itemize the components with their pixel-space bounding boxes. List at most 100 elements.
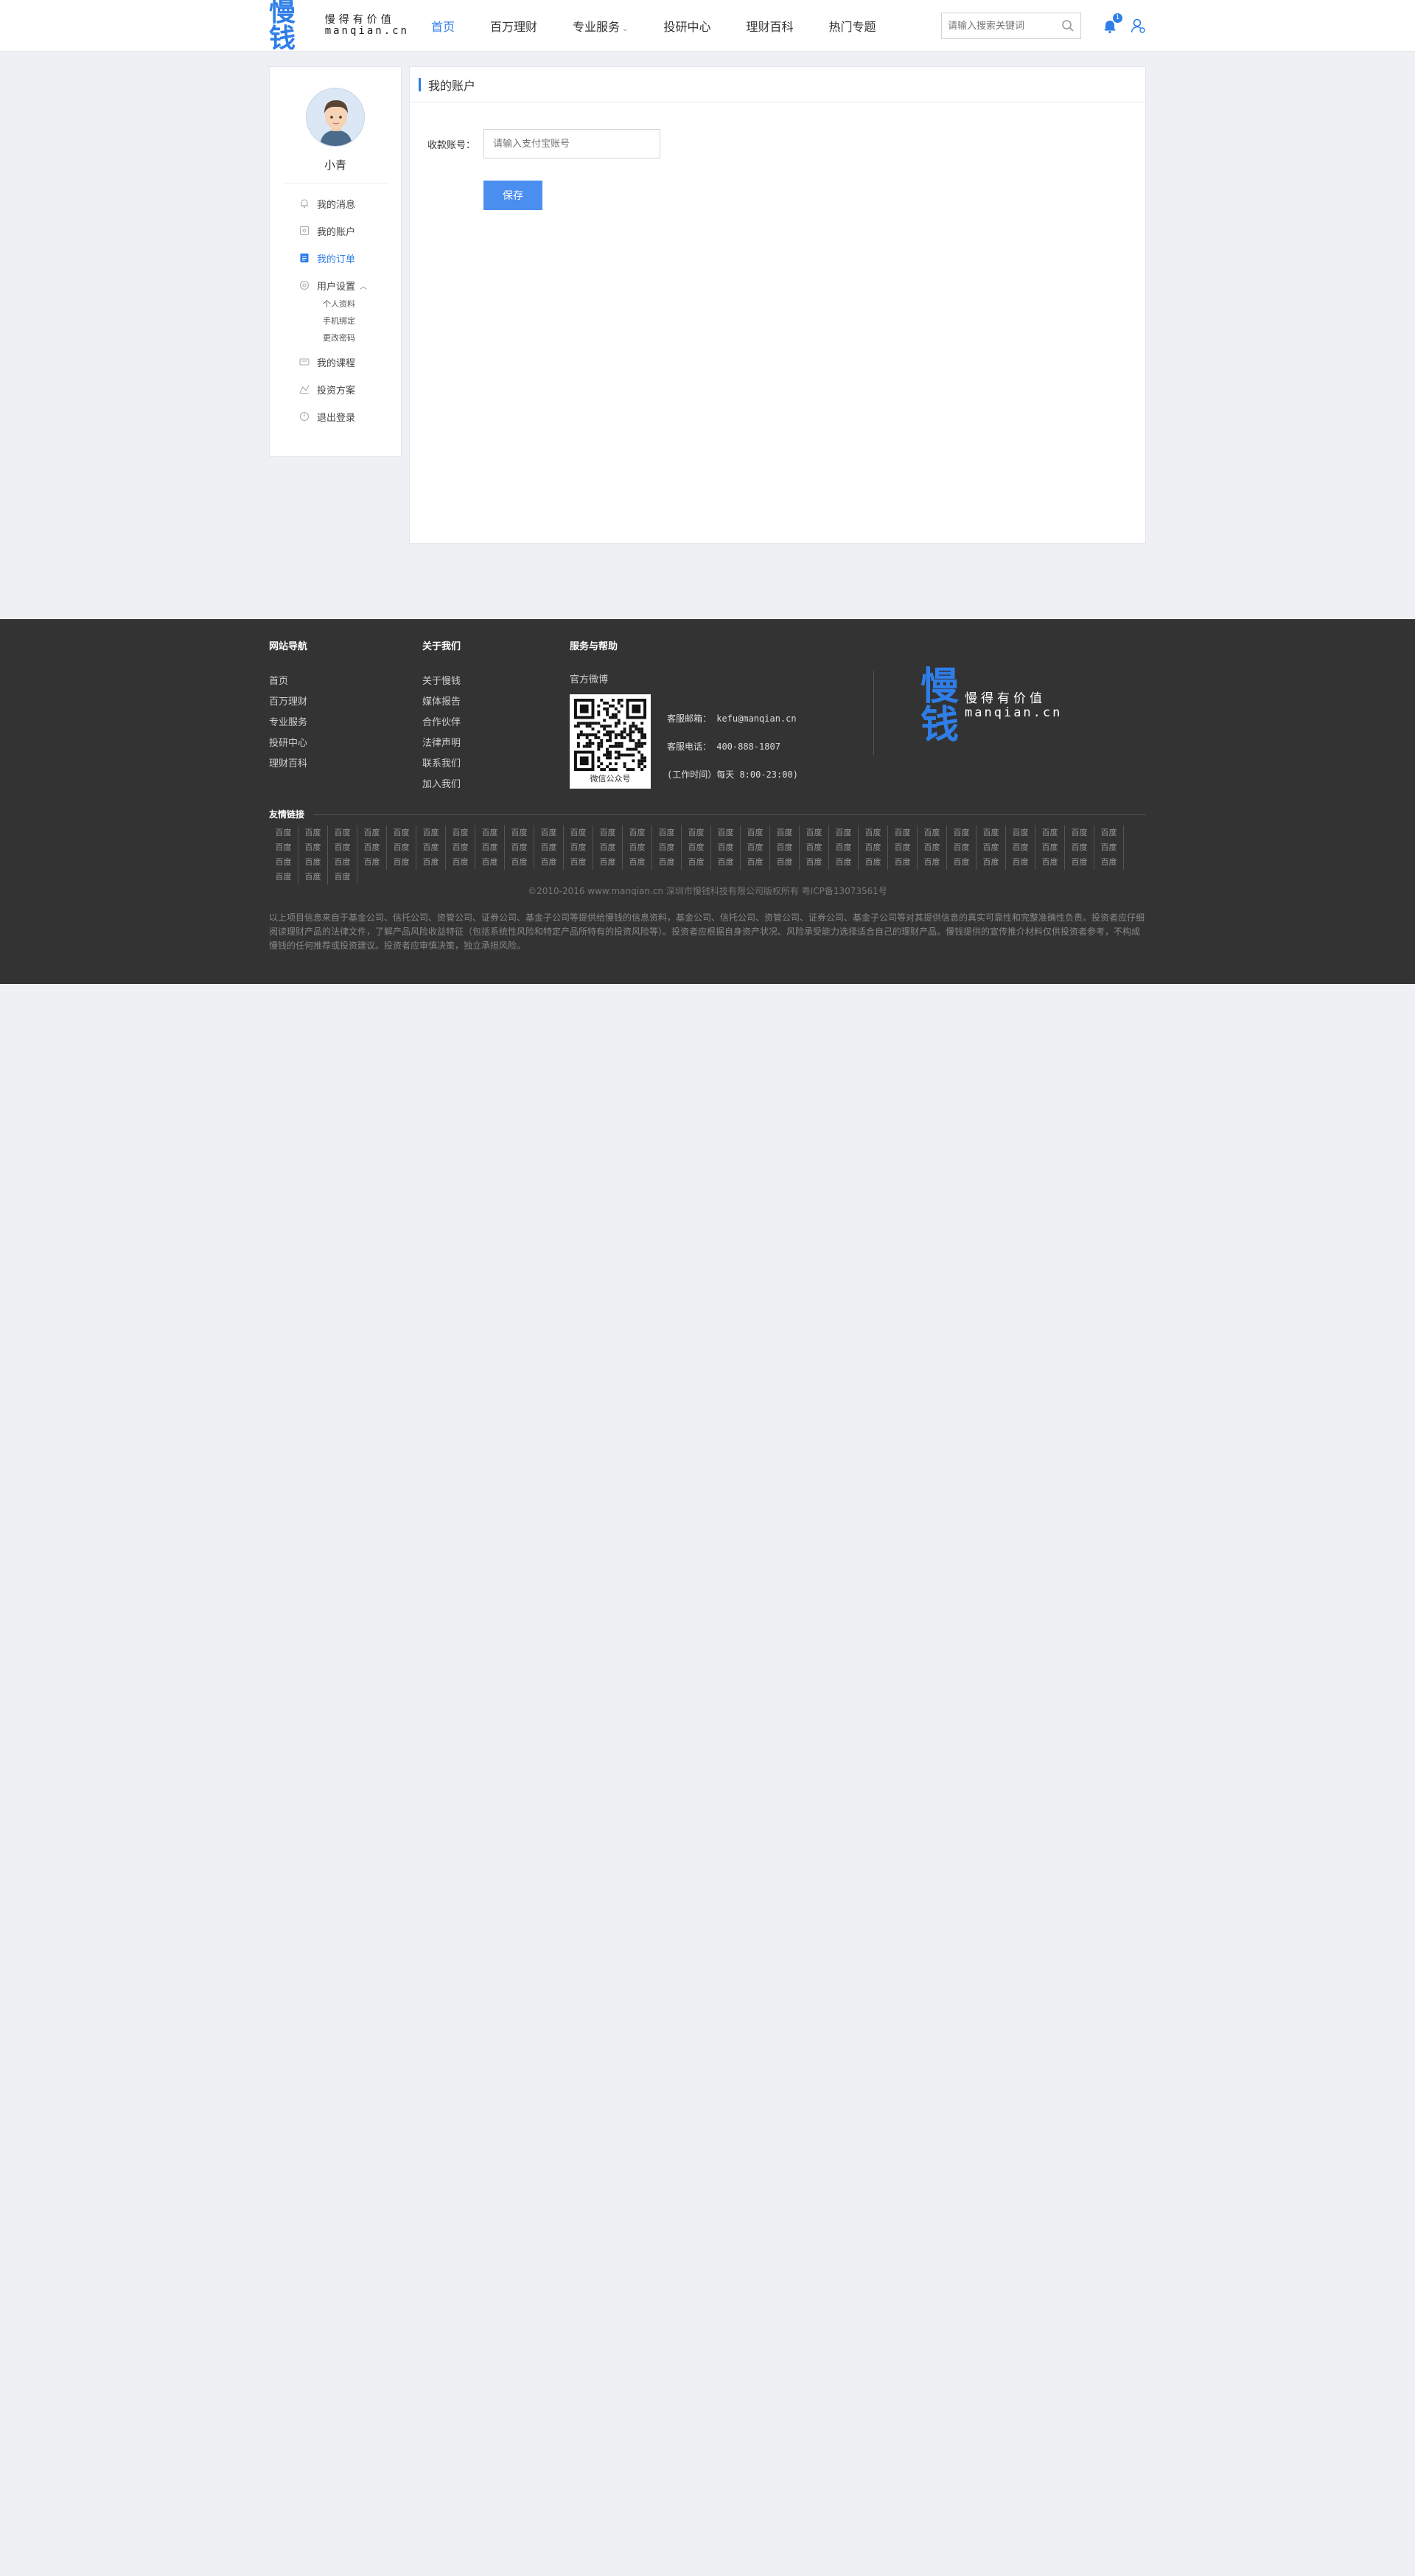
sidebar-item-investment-plan[interactable]: 投资方案 bbox=[298, 381, 401, 397]
friend-link[interactable]: 百度 bbox=[800, 840, 829, 855]
friend-link[interactable]: 百度 bbox=[711, 855, 741, 870]
search-icon[interactable] bbox=[1061, 19, 1075, 32]
friend-link[interactable]: 百度 bbox=[446, 855, 475, 870]
nav-hot-topics[interactable]: 热门专题 bbox=[828, 17, 876, 35]
friend-link[interactable]: 百度 bbox=[800, 825, 829, 840]
friend-link[interactable]: 百度 bbox=[475, 840, 505, 855]
sidebar-item-settings[interactable]: 用户设置 ︿ bbox=[298, 277, 401, 293]
friend-link[interactable]: 百度 bbox=[770, 825, 800, 840]
friend-link[interactable]: 百度 bbox=[1065, 825, 1094, 840]
friend-link[interactable]: 百度 bbox=[1035, 840, 1065, 855]
sidebar-item-logout[interactable]: 退出登录 bbox=[298, 408, 401, 425]
friend-link[interactable]: 百度 bbox=[682, 840, 711, 855]
friend-link[interactable]: 百度 bbox=[505, 855, 534, 870]
friend-link[interactable]: 百度 bbox=[888, 840, 918, 855]
friend-link[interactable]: 百度 bbox=[505, 840, 534, 855]
friend-link[interactable]: 百度 bbox=[505, 825, 534, 840]
sidebar-item-courses[interactable]: 我的课程 bbox=[298, 354, 401, 370]
friend-link[interactable]: 百度 bbox=[298, 870, 328, 884]
friend-link[interactable]: 百度 bbox=[328, 825, 357, 840]
footer-link[interactable]: 合作伙伴 bbox=[422, 713, 461, 733]
friend-link[interactable]: 百度 bbox=[593, 855, 623, 870]
friend-link[interactable]: 百度 bbox=[564, 840, 593, 855]
friend-link[interactable]: 百度 bbox=[357, 825, 387, 840]
footer-link[interactable]: 联系我们 bbox=[422, 754, 461, 775]
sidebar-item-orders[interactable]: 我的订单 bbox=[298, 250, 401, 266]
friend-link[interactable]: 百度 bbox=[269, 870, 298, 884]
submenu-change-password[interactable]: 更改密码 bbox=[323, 329, 401, 346]
friend-link[interactable]: 百度 bbox=[1094, 855, 1124, 870]
friend-link[interactable]: 百度 bbox=[387, 855, 416, 870]
footer-link[interactable]: 法律声明 bbox=[422, 733, 461, 754]
friend-link[interactable]: 百度 bbox=[534, 840, 564, 855]
friend-link[interactable]: 百度 bbox=[475, 825, 505, 840]
friend-link[interactable]: 百度 bbox=[652, 840, 682, 855]
friend-link[interactable]: 百度 bbox=[859, 855, 888, 870]
friend-link[interactable]: 百度 bbox=[976, 840, 1006, 855]
alipay-account-input[interactable] bbox=[483, 129, 660, 158]
friend-link[interactable]: 百度 bbox=[1094, 825, 1124, 840]
friend-link[interactable]: 百度 bbox=[829, 825, 859, 840]
friend-link[interactable]: 百度 bbox=[446, 825, 475, 840]
friend-link[interactable]: 百度 bbox=[623, 855, 652, 870]
friend-link[interactable]: 百度 bbox=[623, 840, 652, 855]
friend-link[interactable]: 百度 bbox=[976, 855, 1006, 870]
site-logo[interactable]: 慢钱 慢得有价值 manqian.cn bbox=[269, 0, 409, 52]
nav-finance-wiki[interactable]: 理财百科 bbox=[746, 17, 793, 35]
friend-link[interactable]: 百度 bbox=[947, 840, 976, 855]
friend-link[interactable]: 百度 bbox=[298, 855, 328, 870]
friend-link[interactable]: 百度 bbox=[1065, 840, 1094, 855]
friend-link[interactable]: 百度 bbox=[623, 825, 652, 840]
footer-link[interactable]: 理财百科 bbox=[269, 754, 307, 775]
sidebar-item-account[interactable]: 我的账户 bbox=[298, 223, 401, 239]
submenu-profile[interactable]: 个人资料 bbox=[323, 296, 401, 313]
friend-link[interactable]: 百度 bbox=[682, 855, 711, 870]
nav-research-center[interactable]: 投研中心 bbox=[663, 17, 710, 35]
user-profile-icon[interactable] bbox=[1130, 18, 1146, 34]
friend-link[interactable]: 百度 bbox=[888, 825, 918, 840]
friend-link[interactable]: 百度 bbox=[269, 825, 298, 840]
friend-link[interactable]: 百度 bbox=[918, 855, 947, 870]
friend-link[interactable]: 百度 bbox=[416, 840, 446, 855]
friend-link[interactable]: 百度 bbox=[387, 840, 416, 855]
footer-link[interactable]: 媒体报告 bbox=[422, 692, 461, 713]
friend-link[interactable]: 百度 bbox=[888, 855, 918, 870]
friend-link[interactable]: 百度 bbox=[711, 825, 741, 840]
friend-link[interactable]: 百度 bbox=[947, 825, 976, 840]
friend-link[interactable]: 百度 bbox=[1035, 855, 1065, 870]
friend-link[interactable]: 百度 bbox=[741, 840, 770, 855]
sidebar-item-messages[interactable]: 我的消息 bbox=[298, 195, 401, 212]
weibo-link[interactable]: 官方微博 bbox=[570, 671, 651, 685]
friend-link[interactable]: 百度 bbox=[564, 855, 593, 870]
friend-link[interactable]: 百度 bbox=[1006, 840, 1035, 855]
friend-link[interactable]: 百度 bbox=[534, 855, 564, 870]
friend-link[interactable]: 百度 bbox=[859, 825, 888, 840]
friend-link[interactable]: 百度 bbox=[328, 840, 357, 855]
friend-link[interactable]: 百度 bbox=[711, 840, 741, 855]
nav-home[interactable]: 首页 bbox=[431, 17, 455, 35]
friend-link[interactable]: 百度 bbox=[269, 855, 298, 870]
friend-link[interactable]: 百度 bbox=[976, 825, 1006, 840]
friend-link[interactable]: 百度 bbox=[475, 855, 505, 870]
friend-link[interactable]: 百度 bbox=[593, 840, 623, 855]
friend-link[interactable]: 百度 bbox=[416, 825, 446, 840]
friend-link[interactable]: 百度 bbox=[564, 825, 593, 840]
friend-link[interactable]: 百度 bbox=[741, 825, 770, 840]
friend-link[interactable]: 百度 bbox=[918, 825, 947, 840]
friend-link[interactable]: 百度 bbox=[770, 855, 800, 870]
friend-link[interactable]: 百度 bbox=[298, 840, 328, 855]
footer-link[interactable]: 百万理财 bbox=[269, 692, 307, 713]
friend-link[interactable]: 百度 bbox=[829, 855, 859, 870]
friend-link[interactable]: 百度 bbox=[770, 840, 800, 855]
friend-link[interactable]: 百度 bbox=[1006, 855, 1035, 870]
friend-link[interactable]: 百度 bbox=[328, 870, 357, 884]
friend-link[interactable]: 百度 bbox=[357, 840, 387, 855]
footer-link[interactable]: 首页 bbox=[269, 671, 307, 692]
friend-link[interactable]: 百度 bbox=[918, 840, 947, 855]
friend-link[interactable]: 百度 bbox=[1065, 855, 1094, 870]
search-input[interactable] bbox=[948, 20, 1051, 32]
save-button[interactable]: 保存 bbox=[483, 181, 542, 210]
friend-link[interactable]: 百度 bbox=[682, 825, 711, 840]
friend-link[interactable]: 百度 bbox=[534, 825, 564, 840]
nav-million-finance[interactable]: 百万理财 bbox=[490, 17, 537, 35]
